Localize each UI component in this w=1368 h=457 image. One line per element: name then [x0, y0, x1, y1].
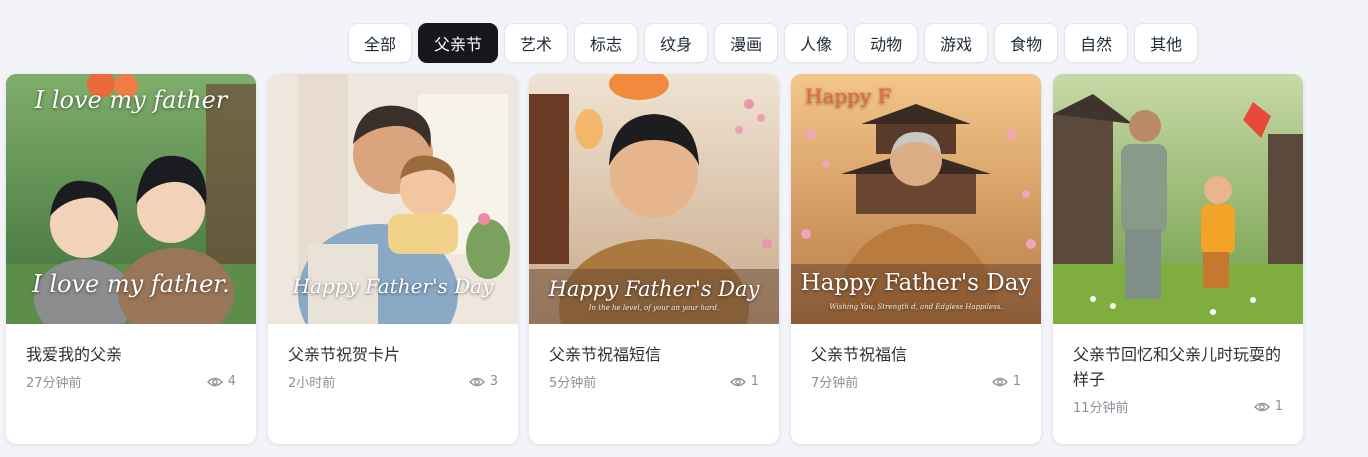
card-time: 2小时前: [288, 376, 336, 391]
tab-animal[interactable]: 动物: [854, 23, 919, 63]
card-title: 父亲节祝福信: [811, 345, 908, 364]
tab-tattoo[interactable]: 纹身: [644, 23, 709, 63]
card-title: 父亲节祝贺卡片: [288, 345, 401, 364]
card-image: [1053, 74, 1303, 324]
card-image: Happy Father's Day In the he level, of y…: [529, 74, 779, 324]
card-title: 我爱我的父亲: [26, 345, 123, 364]
view-count: 3: [468, 374, 498, 389]
overlay-text: I love my father: [34, 86, 228, 114]
overlay-text: Happy Father's Day: [548, 277, 760, 301]
tab-nature[interactable]: 自然: [1064, 23, 1129, 63]
view-count: 4: [206, 374, 236, 389]
card-image: I love my father I love my father.: [6, 74, 256, 324]
overlay-subtext: Wishing You, Strength d, and Edgless Hap…: [829, 303, 1003, 311]
tab-art[interactable]: 艺术: [504, 23, 569, 63]
view-count-value: 1: [1012, 374, 1021, 389]
tab-game[interactable]: 游戏: [924, 23, 989, 63]
tab-logo[interactable]: 标志: [574, 23, 639, 63]
eye-icon: [468, 377, 485, 386]
view-count: 1: [1253, 399, 1283, 414]
card-time: 7分钟前: [811, 376, 859, 391]
view-count-value: 4: [227, 374, 236, 389]
category-tabs: 全部 父亲节 艺术 标志 纹身 漫画 人像 动物 游戏 食物 自然 其他: [348, 23, 1199, 63]
overlay-text: I love my father.: [32, 270, 230, 298]
card-image: Happy F Happy Father's Day Wishing You, …: [791, 74, 1041, 324]
image-card[interactable]: I love my father I love my father. 我爱我的父…: [6, 74, 256, 444]
view-count: 1: [729, 374, 759, 389]
eye-icon: [206, 377, 223, 386]
view-count-value: 1: [750, 374, 759, 389]
tab-food[interactable]: 食物: [994, 23, 1059, 63]
card-time: 5分钟前: [549, 376, 597, 391]
image-card[interactable]: Happy Father's Day In the he level, of y…: [529, 74, 779, 444]
card-time: 11分钟前: [1073, 401, 1129, 416]
eye-icon: [1253, 402, 1270, 411]
view-count-value: 3: [489, 374, 498, 389]
view-count-value: 1: [1274, 399, 1283, 414]
tab-comic[interactable]: 漫画: [714, 23, 779, 63]
image-card[interactable]: Happy Father's Day 父亲节祝贺卡片 2小时前 3: [268, 74, 518, 444]
tab-all[interactable]: 全部: [348, 23, 413, 63]
overlay-text: Happy Father's Day: [292, 274, 494, 298]
overlay-subtext: In the he level, of your an your hard.: [588, 304, 720, 312]
tab-other[interactable]: 其他: [1134, 23, 1199, 63]
card-time: 27分钟前: [26, 376, 82, 391]
eye-icon: [991, 377, 1008, 386]
card-title: 父亲节回忆和父亲儿时玩耍的样子: [1073, 345, 1282, 389]
overlay-text: Happy F: [805, 84, 892, 108]
image-card[interactable]: 父亲节回忆和父亲儿时玩耍的样子 11分钟前 1: [1053, 74, 1303, 444]
overlay-text: Happy Father's Day: [800, 270, 1032, 296]
view-count: 1: [991, 374, 1021, 389]
eye-icon: [729, 377, 746, 386]
card-image: Happy Father's Day: [268, 74, 518, 324]
card-title: 父亲节祝福短信: [549, 345, 662, 364]
image-card[interactable]: Happy F Happy Father's Day Wishing You, …: [791, 74, 1041, 444]
tab-portrait[interactable]: 人像: [784, 23, 849, 63]
tab-fathers-day[interactable]: 父亲节: [418, 23, 499, 63]
